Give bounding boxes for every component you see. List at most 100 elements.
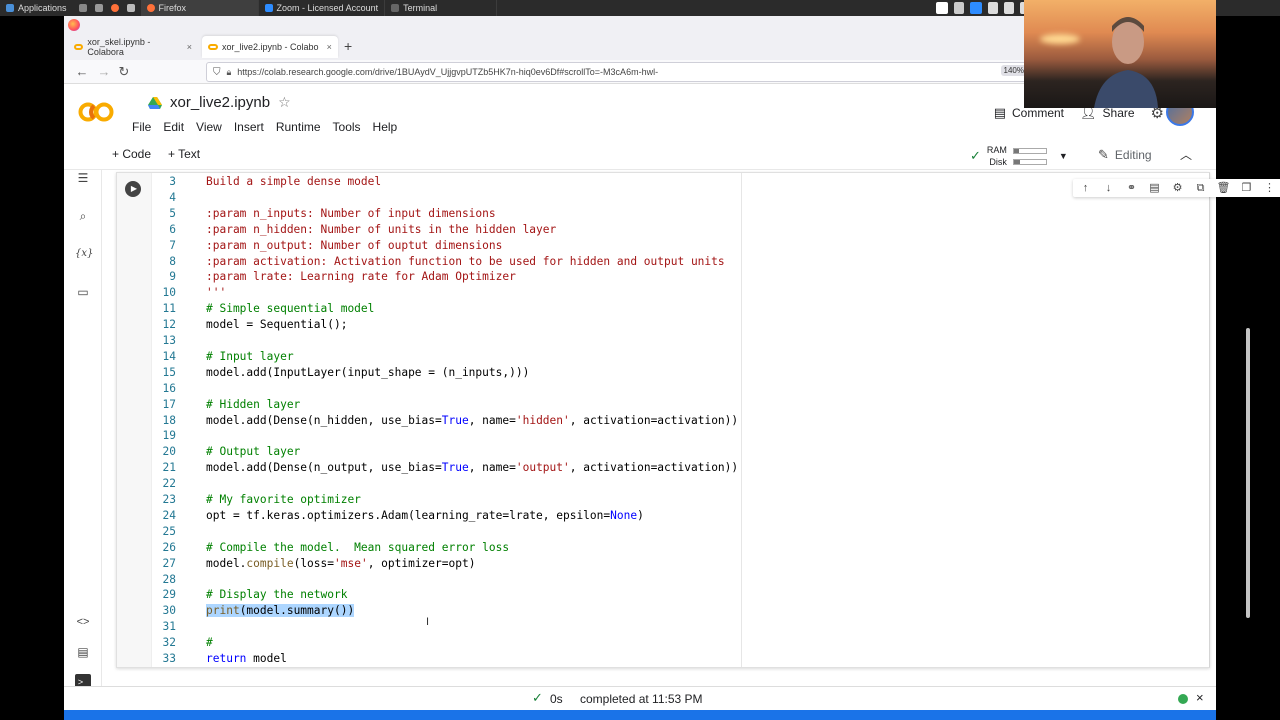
menu-runtime[interactable]: Runtime bbox=[270, 118, 327, 136]
code-line[interactable]: 11 # Simple sequential model bbox=[152, 301, 375, 317]
close-tab-icon[interactable]: × bbox=[327, 42, 332, 52]
add-text-cell-button[interactable]: + Text bbox=[168, 147, 200, 161]
shield-icon[interactable]: ⛉ bbox=[213, 67, 221, 78]
code-line[interactable]: 32 # bbox=[152, 635, 213, 651]
scrollbar[interactable] bbox=[1246, 328, 1250, 618]
code-line[interactable]: 14 # Input layer bbox=[152, 349, 294, 365]
taskbar-window-terminal[interactable]: Terminal bbox=[385, 0, 498, 16]
link-icon[interactable]: ⚭ bbox=[1123, 181, 1140, 195]
search-icon[interactable]: ⌕ bbox=[75, 208, 91, 224]
settings-icon[interactable]: ⚙ bbox=[1169, 181, 1186, 195]
code-editor[interactable]: 3 Build a simple dense model 4 5:param n_in… bbox=[151, 173, 741, 667]
add-code-cell-button[interactable]: + Code bbox=[112, 147, 151, 161]
code-line[interactable]: 7:param n_output: Number of ouptut dimen… bbox=[152, 238, 502, 254]
desktop-icon[interactable] bbox=[78, 4, 87, 12]
code-line[interactable]: 26 # Compile the model. Mean squared erro… bbox=[152, 540, 510, 556]
volume-icon[interactable] bbox=[1004, 2, 1014, 14]
mirror-cell-icon[interactable]: ⧉ bbox=[1192, 181, 1209, 195]
code-line[interactable]: 13 bbox=[152, 333, 206, 349]
code-line[interactable]: 23 # My favorite optimizer bbox=[152, 492, 361, 508]
back-arrow-icon[interactable]: ← bbox=[74, 64, 90, 80]
bluetooth-icon[interactable] bbox=[988, 2, 998, 14]
lock-icon[interactable]: 🔒︎ bbox=[227, 67, 232, 78]
collapse-header-icon[interactable]: ︿ bbox=[1180, 146, 1192, 163]
code-line[interactable]: 8:param activation: Activation function … bbox=[152, 254, 724, 270]
ram-label: RAM bbox=[986, 145, 1007, 155]
line-number: 3 bbox=[169, 175, 176, 188]
code-line[interactable]: 21 model.add(Dense(n_output, use_bias=Tru… bbox=[152, 460, 739, 476]
line-number: 20 bbox=[162, 445, 176, 459]
code-line[interactable]: 9:param lrate: Learning rate for Adam Op… bbox=[152, 269, 516, 285]
reload-icon[interactable]: ↻ bbox=[116, 64, 132, 80]
code-snippets-icon[interactable]: <> bbox=[75, 614, 91, 630]
table-of-contents-icon[interactable]: ☰ bbox=[75, 170, 91, 186]
play-icon[interactable]: ▶ bbox=[125, 181, 141, 197]
code-line[interactable]: 27 model.compile(loss='mse', optimizer=op… bbox=[152, 556, 476, 572]
code-line[interactable]: 15 model.add(InputLayer(input_shape = (n_… bbox=[152, 365, 530, 381]
share-label: Share bbox=[1102, 106, 1135, 120]
move-down-icon[interactable]: ↓ bbox=[1100, 181, 1117, 195]
variables-icon[interactable]: {x} bbox=[75, 246, 93, 262]
qr-icon[interactable] bbox=[936, 2, 948, 14]
menu-edit[interactable]: Edit bbox=[157, 118, 190, 136]
code-line[interactable]: 22 bbox=[152, 476, 206, 492]
code-line[interactable]: 3 Build a simple dense model bbox=[152, 174, 381, 190]
chevron-down-icon[interactable]: ▼ bbox=[1059, 151, 1068, 161]
copy-icon[interactable]: ❐ bbox=[1238, 181, 1255, 195]
taskbar-window-label: Firefox bbox=[158, 3, 187, 13]
code-line[interactable]: 29 # Display the network bbox=[152, 587, 348, 603]
star-icon[interactable]: ☆ bbox=[278, 94, 291, 111]
taskbar-window-firefox[interactable]: Firefox bbox=[140, 0, 259, 16]
execution-duration: 0s bbox=[550, 692, 563, 706]
code-line[interactable]: 24 opt = tf.keras.optimizers.Adam(learnin… bbox=[152, 508, 644, 524]
colab-logo-icon[interactable] bbox=[78, 100, 114, 124]
notebook-title[interactable]: xor_live2.ipynb bbox=[170, 94, 270, 111]
firefox-launch-icon[interactable] bbox=[110, 4, 119, 12]
code-line[interactable]: 4 bbox=[152, 190, 206, 206]
code-line[interactable]: 10 ''' bbox=[152, 285, 227, 301]
url-bar[interactable]: ⛉ 🔒︎ https://colab.research.google.com/d… bbox=[206, 62, 1028, 82]
code-line[interactable]: 20 # Output layer bbox=[152, 444, 301, 460]
line-number: 8 bbox=[169, 254, 176, 268]
code-line[interactable]: 16 bbox=[152, 381, 206, 397]
code-text: # Input layer bbox=[206, 349, 294, 363]
code-line[interactable]: 6:param n_hidden: Number of units in the… bbox=[152, 222, 556, 238]
files-launch-icon[interactable] bbox=[126, 4, 135, 12]
code-line[interactable]: 18 model.add(Dense(n_hidden, use_bias=Tru… bbox=[152, 413, 739, 429]
runtime-resources[interactable]: ✓ RAM Disk ▼ bbox=[970, 142, 1068, 170]
code-line[interactable]: 30 print(model.summary()) bbox=[152, 603, 355, 619]
applications-menu[interactable]: Applications bbox=[0, 0, 73, 16]
code-line[interactable]: 25 bbox=[152, 524, 206, 540]
more-vert-icon[interactable]: ⋮ bbox=[1261, 181, 1278, 195]
connected-indicator[interactable] bbox=[1178, 694, 1188, 704]
code-line[interactable]: 19 bbox=[152, 428, 206, 444]
close-icon[interactable]: × bbox=[1196, 690, 1204, 705]
menu-tools[interactable]: Tools bbox=[327, 118, 367, 136]
browser-tab-xor-skel[interactable]: xor_skel.ipynb - Colabora × bbox=[68, 36, 198, 58]
zoom-tray-icon[interactable] bbox=[970, 2, 982, 14]
code-line[interactable]: 33 return model bbox=[152, 651, 287, 667]
new-tab-button[interactable]: + bbox=[344, 38, 352, 54]
editing-mode-button[interactable]: ✎ Editing bbox=[1098, 147, 1152, 163]
command-palette-icon[interactable]: ▤ bbox=[75, 644, 91, 660]
code-line[interactable]: 12 model = Sequential(); bbox=[152, 317, 348, 333]
code-line[interactable]: 5:param n_inputs: Number of input dimens… bbox=[152, 206, 495, 222]
code-line[interactable]: 17 # Hidden layer bbox=[152, 397, 301, 413]
folder-icon[interactable]: ▭ bbox=[75, 284, 91, 300]
move-up-icon[interactable]: ↑ bbox=[1077, 181, 1094, 195]
menu-view[interactable]: View bbox=[190, 118, 228, 136]
menu-insert[interactable]: Insert bbox=[228, 118, 270, 136]
network-icon[interactable] bbox=[954, 2, 964, 14]
comment-icon[interactable]: ▤ bbox=[1146, 181, 1163, 195]
menu-help[interactable]: Help bbox=[367, 118, 404, 136]
taskbar-window-zoom[interactable]: Zoom - Licensed Account bbox=[259, 0, 386, 16]
code-line[interactable]: 28 bbox=[152, 572, 206, 588]
menu-file[interactable]: File bbox=[126, 118, 157, 136]
terminal-launch-icon[interactable] bbox=[94, 4, 103, 12]
close-tab-icon[interactable]: × bbox=[187, 42, 192, 52]
forward-arrow-icon[interactable]: → bbox=[96, 64, 112, 80]
delete-icon[interactable]: 🗑︎ bbox=[1215, 181, 1232, 195]
browser-tab-xor-live2[interactable]: xor_live2.ipynb - Colabo × bbox=[202, 36, 338, 58]
code-cell[interactable]: ▶ 3 Build a simple dense model 4 5:param n_… bbox=[116, 172, 1280, 668]
code-line[interactable]: 31 bbox=[152, 619, 206, 635]
